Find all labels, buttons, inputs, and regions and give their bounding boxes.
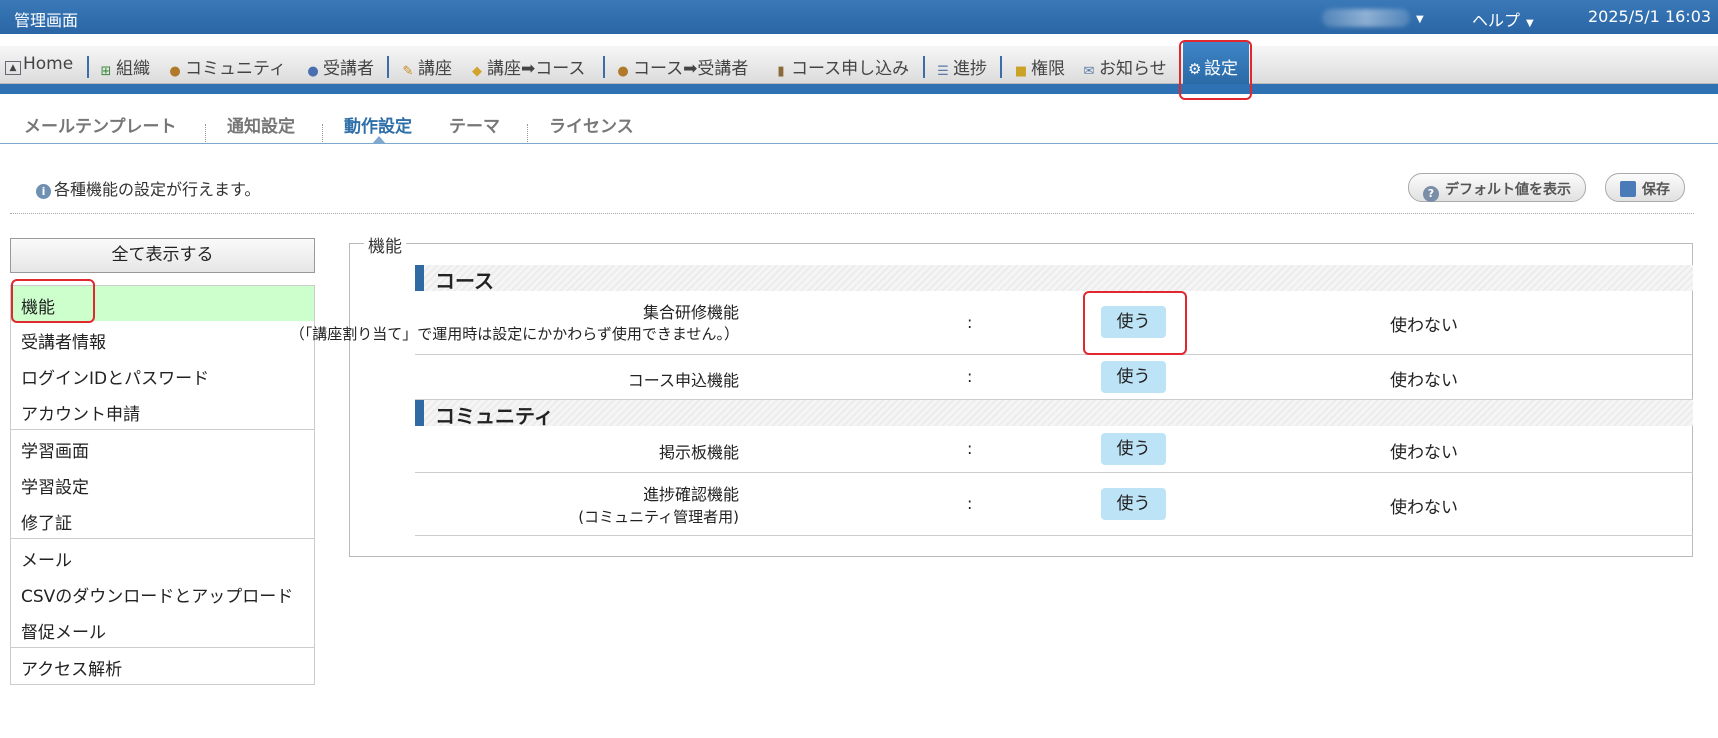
- use-button[interactable]: 使う: [1101, 433, 1166, 465]
- app-title: 管理画面: [14, 11, 79, 30]
- person-edit-icon: ●: [617, 64, 629, 79]
- category-csv[interactable]: CSVのダウンロードとアップロード: [10, 575, 315, 612]
- book-icon: ▮: [777, 64, 785, 79]
- tab-license[interactable]: ライセンス: [549, 112, 634, 137]
- menu-item-course-to-learner[interactable]: ● コース➡受講者: [615, 54, 748, 79]
- setting-label: 進捗確認機能: [642, 485, 739, 504]
- section-header-community: コミュニティ: [415, 400, 1693, 428]
- category-certificate[interactable]: 修了証: [10, 502, 315, 539]
- main-menu-bar: ▲ Home ⊞ 組織 ● コミュニティ ● 受講者 ✎ 講座 ◆ 講座➡コース ● コース➡…: [0, 42, 1718, 84]
- active-tab-marker: [372, 136, 386, 144]
- show-default-button[interactable]: ? デフォルト値を表示: [1408, 173, 1586, 202]
- menu-item-notices[interactable]: ✉ お知らせ: [1081, 54, 1167, 79]
- help-label: ヘルプ: [1472, 11, 1521, 30]
- setting-row-group-training: 集合研修機能 （「講座割り当て」で運用時は設定にかかわらず使用できません。） :…: [290, 291, 1693, 355]
- category-learning-settings[interactable]: 学習設定: [10, 466, 315, 503]
- save-button[interactable]: 保存: [1605, 173, 1685, 202]
- setting-label: コース申込機能: [627, 371, 739, 390]
- use-button[interactable]: 使う: [1101, 361, 1166, 393]
- list-icon: ☰: [937, 64, 949, 79]
- setting-row-progress-check: 進捗確認機能 (コミュニティ管理者用) : 使う 使わない: [415, 473, 1693, 536]
- pencil-icon: ✎: [402, 64, 414, 79]
- community-icon: ●: [169, 64, 181, 79]
- colon: :: [967, 367, 973, 386]
- menu-underline: [0, 84, 1718, 94]
- colon: :: [967, 313, 973, 332]
- tab-notification-settings[interactable]: 通知設定: [227, 112, 295, 137]
- setting-label: 集合研修機能: [642, 303, 739, 322]
- setting-label: 掲示板機能: [658, 443, 739, 462]
- question-icon: ?: [1423, 186, 1439, 202]
- menu-item-progress[interactable]: ☰ 進捗: [935, 54, 987, 79]
- menu-separator: [923, 56, 925, 78]
- box-icon: ◆: [472, 64, 482, 79]
- category-learner-info[interactable]: 受講者情報: [10, 321, 315, 358]
- datetime: 2025/5/1 16:03: [1588, 7, 1712, 26]
- no-use-option[interactable]: 使わない: [1390, 493, 1458, 518]
- tab-underline: [0, 143, 1718, 144]
- tab-separator: [322, 124, 323, 144]
- category-learning-screen[interactable]: 学習画面: [10, 430, 315, 467]
- menu-item-lectures[interactable]: ✎ 講座: [400, 54, 452, 79]
- menu-item-home[interactable]: ▲ Home: [5, 54, 73, 75]
- show-all-button[interactable]: 全て表示する: [10, 238, 315, 273]
- tab-separator: [205, 124, 206, 144]
- category-reminder-mail[interactable]: 督促メール: [10, 611, 315, 648]
- setting-note: (コミュニティ管理者用): [578, 508, 739, 526]
- setting-row-course-application: コース申込機能 : 使う 使わない: [415, 355, 1693, 400]
- setting-row-bulletin-board: 掲示板機能 : 使う 使わない: [415, 426, 1693, 473]
- user-menu[interactable]: ▼: [1322, 7, 1424, 27]
- category-login-password[interactable]: ログインIDとパスワード: [10, 357, 315, 394]
- menu-item-lecture-to-course[interactable]: ◆ 講座➡コース: [469, 54, 585, 79]
- colon: :: [967, 439, 973, 458]
- menu-item-course-application[interactable]: ▮ コース申し込み: [773, 54, 909, 79]
- menu-separator: [387, 56, 389, 78]
- section-header-course: コース: [415, 265, 1693, 293]
- tab-separator: [527, 124, 528, 144]
- highlight-use-button: [1083, 291, 1187, 355]
- no-use-option[interactable]: 使わない: [1390, 438, 1458, 463]
- use-button[interactable]: 使う: [1101, 488, 1166, 520]
- highlight-settings-menu: [1179, 40, 1252, 100]
- mail-icon: ✉: [1083, 64, 1095, 79]
- setting-note: （「講座割り当て」で運用時は設定にかかわらず使用できません。）: [289, 325, 739, 343]
- lock-icon: ■: [1014, 64, 1028, 79]
- no-use-option[interactable]: 使わない: [1390, 366, 1458, 391]
- menu-item-learners[interactable]: ● 受講者: [305, 54, 374, 79]
- category-mail[interactable]: メール: [10, 539, 315, 576]
- tab-theme[interactable]: テーマ: [449, 112, 500, 137]
- chevron-down-icon: ▼: [1526, 18, 1534, 29]
- floppy-disk-icon: [1620, 181, 1636, 197]
- user-name-redacted: [1322, 8, 1410, 27]
- menu-separator: [603, 56, 605, 78]
- menu-separator: [87, 56, 89, 78]
- fieldset-legend: 機能: [364, 232, 406, 257]
- person-icon: ●: [307, 64, 319, 79]
- no-use-option[interactable]: 使わない: [1390, 311, 1458, 336]
- menu-item-community[interactable]: ● コミュニティ: [167, 54, 286, 79]
- menu-separator: [1000, 56, 1002, 78]
- image-icon: ▲: [5, 61, 21, 75]
- help-menu[interactable]: ヘルプ ▼: [1472, 7, 1534, 31]
- category-access-analysis[interactable]: アクセス解析: [10, 648, 315, 685]
- org-tree-icon: ⊞: [100, 64, 112, 79]
- category-account-request[interactable]: アカウント申請: [10, 393, 315, 430]
- highlight-features-category: [11, 279, 95, 323]
- divider: [10, 213, 1694, 214]
- tab-behavior-settings[interactable]: 動作設定: [344, 112, 412, 137]
- menu-item-organization[interactable]: ⊞ 組織: [98, 54, 150, 79]
- chevron-down-icon: ▼: [1416, 14, 1424, 25]
- menu-item-permissions[interactable]: ■ 権限: [1013, 54, 1065, 79]
- info-icon: i: [36, 184, 51, 199]
- colon: :: [967, 494, 973, 513]
- info-message: i 各種機能の設定が行えます。: [36, 176, 260, 200]
- tab-mail-template[interactable]: メールテンプレート: [24, 112, 177, 137]
- top-bar: 管理画面 ▼ ヘルプ ▼ 2025/5/1 16:03: [0, 0, 1718, 34]
